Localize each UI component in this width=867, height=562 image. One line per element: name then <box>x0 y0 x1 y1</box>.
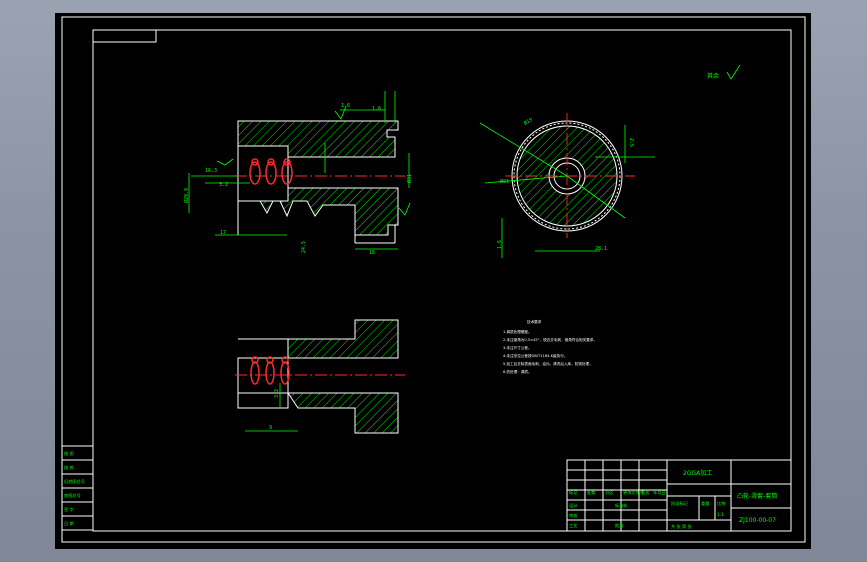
drawing-number: ZJ100-00-07 <box>739 517 776 524</box>
part-name: 凸轮-滑套-套筒 <box>737 492 777 500</box>
left-revision-table: 描 图 描 校 旧底图总号 底图总号 签 字 日 期 <box>61 445 94 531</box>
svg-text:重量: 重量 <box>701 500 709 507</box>
cad-drawing-canvas[interactable]: 其余 1.6 1.6 16.3 Ø31 Ø29.9 17 24.5 16 3.2… <box>55 13 811 549</box>
tech-req-item: 3.未注尺寸公差。 <box>503 345 532 350</box>
svg-text:28.1: 28.1 <box>595 246 607 252</box>
roughness-mark: 其余 <box>707 64 741 80</box>
svg-text:日 期: 日 期 <box>64 521 74 527</box>
svg-text:16: 16 <box>369 250 375 256</box>
svg-text:16.3: 16.3 <box>205 168 217 174</box>
svg-text:3.2: 3.2 <box>274 389 280 398</box>
svg-text:1:1: 1:1 <box>717 512 724 517</box>
svg-text:Ø29.9: Ø29.9 <box>183 188 190 203</box>
svg-text:审核: 审核 <box>569 512 578 519</box>
tech-req-item: 5.加工后去除表面毛刺，油污。清洗后入库，防锈处理。 <box>503 361 593 366</box>
svg-text:Ø31: Ø31 <box>406 174 413 183</box>
section-view-main: 1.6 1.6 16.3 Ø31 Ø29.9 17 24.5 16 3.2 <box>183 91 413 256</box>
tech-req-item: 6.热处理：调质。 <box>503 369 532 374</box>
svg-text:2.5: 2.5 <box>628 138 634 147</box>
svg-text:分区: 分区 <box>605 489 613 496</box>
svg-text:年月日: 年月日 <box>653 489 666 496</box>
svg-text:比例: 比例 <box>717 500 725 507</box>
tech-req-item: 2.未注倒角为0.5×45°，锐边去毛刺，倒角符合相关要求。 <box>503 337 597 342</box>
svg-text:旧底图总号: 旧底图总号 <box>64 478 85 485</box>
technical-requirements: 技术要求 1.调质处理硬度。 2.未注倒角为0.5×45°，锐边去毛刺，倒角符合… <box>503 319 597 374</box>
section-view-lower: 9 3.2 <box>235 319 405 434</box>
svg-text:阶段标记: 阶段标记 <box>671 500 689 507</box>
outer-border <box>61 16 806 543</box>
svg-text:其余: 其余 <box>707 72 719 80</box>
svg-text:Ø15: Ø15 <box>523 116 534 127</box>
title-block: 标记 处数 分区 更改文件号 签名 年月日 设计 审核 工艺 标准化 批准 阶段… <box>566 459 792 532</box>
svg-text:3.2: 3.2 <box>219 182 228 188</box>
tech-req-title: 技术要求 <box>527 319 542 324</box>
svg-text:Ø21: Ø21 <box>500 178 509 185</box>
engineering-drawing: 其余 1.6 1.6 16.3 Ø31 Ø29.9 17 24.5 16 3.2… <box>61 16 806 543</box>
svg-text:设计: 设计 <box>569 502 577 509</box>
svg-text:1.6: 1.6 <box>341 103 350 109</box>
svg-text:17: 17 <box>220 230 226 236</box>
tech-req-item: 1.调质处理硬度。 <box>503 329 532 334</box>
svg-text:标记: 标记 <box>569 489 578 496</box>
svg-text:描 校: 描 校 <box>64 464 75 471</box>
svg-text:1.6: 1.6 <box>497 240 503 249</box>
svg-text:标准化: 标准化 <box>615 502 628 509</box>
svg-text:批准: 批准 <box>615 522 623 529</box>
svg-text:共 张 第 张: 共 张 第 张 <box>671 523 693 530</box>
svg-text:1.6: 1.6 <box>372 106 381 112</box>
tech-req-item: 4.未注形位公差按GB/T1184-K级执行。 <box>503 353 567 358</box>
svg-text:底图总号: 底图总号 <box>64 492 81 499</box>
part-title: 2GGA加工 <box>683 469 712 477</box>
inner-frame <box>92 29 792 532</box>
svg-text:24.5: 24.5 <box>301 241 307 253</box>
side-view-circular: 28.1 Ø15 Ø21 2.5 1.6 <box>479 113 655 258</box>
svg-text:处数: 处数 <box>587 489 596 496</box>
svg-text:描 图: 描 图 <box>64 450 74 457</box>
svg-text:签 字: 签 字 <box>64 506 74 512</box>
svg-text:9: 9 <box>269 425 272 431</box>
corner-label-box <box>92 29 157 43</box>
svg-text:工艺: 工艺 <box>569 523 577 528</box>
svg-text:签名: 签名 <box>641 489 649 496</box>
